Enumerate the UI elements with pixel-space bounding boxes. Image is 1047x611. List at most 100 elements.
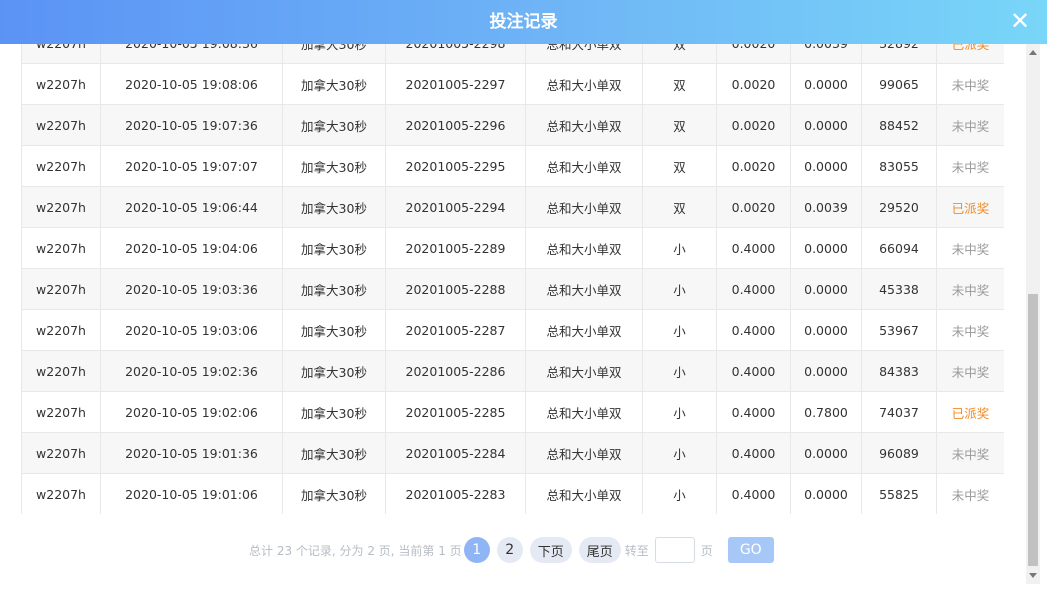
issue-number-cell: 20201005-2284: [385, 432, 526, 474]
bet-content-cell: 小: [642, 432, 717, 474]
status-cell: 未中奖: [936, 309, 1004, 351]
bet-time-cell: 2020-10-05 19:01:06: [100, 473, 283, 514]
username-cell: w2207h: [21, 186, 101, 228]
status-cell: 未中奖: [936, 63, 1004, 105]
goto-page-input[interactable]: [654, 537, 695, 563]
play-type-cell: 总和大小单双: [525, 309, 643, 351]
table-row: w2207h 2020-10-05 19:02:06 加拿大30秒 20201005-…: [21, 391, 1004, 433]
issue-number-cell: 20201005-2294: [385, 186, 526, 228]
bet-amount-cell: 0.4000: [716, 309, 791, 351]
bet-time-cell: 2020-10-05 19:07:36: [100, 104, 283, 146]
issue-number-cell: 20201005-2286: [385, 350, 526, 392]
game-name-cell: 加拿大30秒: [282, 309, 386, 351]
scroll-up-arrow-icon[interactable]: [1029, 50, 1037, 55]
game-name-cell: 加拿大30秒: [282, 391, 386, 433]
page-1-button[interactable]: 1: [463, 537, 490, 563]
username-cell: w2207h: [21, 145, 101, 187]
draw-number-cell: 45338: [861, 268, 937, 310]
table-row: w2207h 2020-10-05 19:01:36 加拿大30秒 20201005-…: [21, 432, 1004, 474]
play-type-cell: 总和大小单双: [525, 227, 643, 269]
game-name-cell: 加拿大30秒: [282, 63, 386, 105]
issue-number-cell: 20201005-2288: [385, 268, 526, 310]
status-cell: 未中奖: [936, 473, 1004, 514]
bet-records-table: w2207h2020-10-05 19:08:36加拿大30秒20201005-…: [21, 22, 1004, 514]
bet-time-cell: 2020-10-05 19:02:06: [100, 391, 283, 433]
game-name-cell: 加拿大30秒: [282, 227, 386, 269]
status-cell: 未中奖: [936, 432, 1004, 474]
win-amount-cell: 0.0000: [790, 350, 862, 392]
goto-label: 转至: [624, 543, 649, 558]
bet-content-cell: 小: [642, 268, 717, 310]
bet-amount-cell: 0.0020: [716, 145, 791, 187]
bet-amount-cell: 0.4000: [716, 432, 791, 474]
issue-number-cell: 20201005-2287: [385, 309, 526, 351]
bet-time-cell: 2020-10-05 19:06:44: [100, 186, 283, 228]
bet-time-cell: 2020-10-05 19:01:36: [100, 432, 283, 474]
status-cell: 未中奖: [936, 227, 1004, 269]
bet-content-cell: 双: [642, 104, 717, 146]
draw-number-cell: 55825: [861, 473, 937, 514]
page-2-button[interactable]: 2: [496, 537, 523, 563]
bet-content-cell: 小: [642, 473, 717, 514]
draw-number-cell: 84383: [861, 350, 937, 392]
win-amount-cell: 0.0000: [790, 268, 862, 310]
vertical-scrollbar[interactable]: [1026, 44, 1040, 584]
go-button[interactable]: GO: [727, 537, 774, 563]
table-row: w2207h 2020-10-05 19:07:36 加拿大30秒 20201005-…: [21, 104, 1004, 146]
issue-number-cell: 20201005-2289: [385, 227, 526, 269]
bet-amount-cell: 0.0020: [716, 186, 791, 228]
username-cell: w2207h: [21, 350, 101, 392]
win-amount-cell: 0.7800: [790, 391, 862, 433]
table-row: w2207h 2020-10-05 19:01:06 加拿大30秒 20201005-…: [21, 473, 1004, 514]
page-unit-label: 页: [700, 543, 713, 558]
issue-number-cell: 20201005-2297: [385, 63, 526, 105]
table-row: w2207h 2020-10-05 19:03:06 加拿大30秒 20201005-…: [21, 309, 1004, 351]
bet-time-cell: 2020-10-05 19:03:36: [100, 268, 283, 310]
last-page-button[interactable]: 尾页: [578, 537, 621, 563]
username-cell: w2207h: [21, 432, 101, 474]
draw-number-cell: 83055: [861, 145, 937, 187]
table-row: w2207h 2020-10-05 19:08:06 加拿大30秒 20201005-…: [21, 63, 1004, 105]
modal-title: 投注记录: [489, 12, 558, 32]
play-type-cell: 总和大小单双: [525, 391, 643, 433]
issue-number-cell: 20201005-2285: [385, 391, 526, 433]
scrollbar-thumb[interactable]: [1028, 294, 1038, 566]
win-amount-cell: 0.0000: [790, 473, 862, 514]
table-row: w2207h 2020-10-05 19:02:36 加拿大30秒 20201005-…: [21, 350, 1004, 392]
bet-time-cell: 2020-10-05 19:04:06: [100, 227, 283, 269]
issue-number-cell: 20201005-2296: [385, 104, 526, 146]
win-amount-cell: 0.0000: [790, 309, 862, 351]
play-type-cell: 总和大小单双: [525, 432, 643, 474]
status-cell: 已派奖: [936, 391, 1004, 433]
issue-number-cell: 20201005-2295: [385, 145, 526, 187]
table-row: w2207h 2020-10-05 19:06:44 加拿大30秒 20201005-…: [21, 186, 1004, 228]
table-row: w2207h 2020-10-05 19:04:06 加拿大30秒 20201005-…: [21, 227, 1004, 269]
bet-time-cell: 2020-10-05 19:02:36: [100, 350, 283, 392]
win-amount-cell: 0.0000: [790, 104, 862, 146]
pagination: 总计 23 个记录, 分为 2 页, 当前第 1 页 1 2 下页 尾页 转至 …: [249, 536, 774, 564]
play-type-cell: 总和大小单双: [525, 473, 643, 514]
play-type-cell: 总和大小单双: [525, 104, 643, 146]
draw-number-cell: 88452: [861, 104, 937, 146]
bet-amount-cell: 0.4000: [716, 350, 791, 392]
draw-number-cell: 96089: [861, 432, 937, 474]
username-cell: w2207h: [21, 473, 101, 514]
status-cell: 未中奖: [936, 268, 1004, 310]
bet-content-cell: 双: [642, 145, 717, 187]
draw-number-cell: 74037: [861, 391, 937, 433]
status-cell: 未中奖: [936, 145, 1004, 187]
bet-time-cell: 2020-10-05 19:07:07: [100, 145, 283, 187]
game-name-cell: 加拿大30秒: [282, 268, 386, 310]
close-icon[interactable]: ✕: [1007, 8, 1033, 34]
status-cell: 未中奖: [936, 104, 1004, 146]
draw-number-cell: 99065: [861, 63, 937, 105]
scroll-down-arrow-icon[interactable]: [1029, 573, 1037, 578]
username-cell: w2207h: [21, 104, 101, 146]
modal-header: 投注记录 ✕: [0, 0, 1047, 44]
bet-amount-cell: 0.4000: [716, 473, 791, 514]
play-type-cell: 总和大小单双: [525, 350, 643, 392]
next-page-button[interactable]: 下页: [529, 537, 572, 563]
status-cell: 已派奖: [936, 186, 1004, 228]
pagination-summary: 总计 23 个记录, 分为 2 页, 当前第 1 页: [249, 543, 462, 558]
table-row: w2207h 2020-10-05 19:07:07 加拿大30秒 20201005-…: [21, 145, 1004, 187]
